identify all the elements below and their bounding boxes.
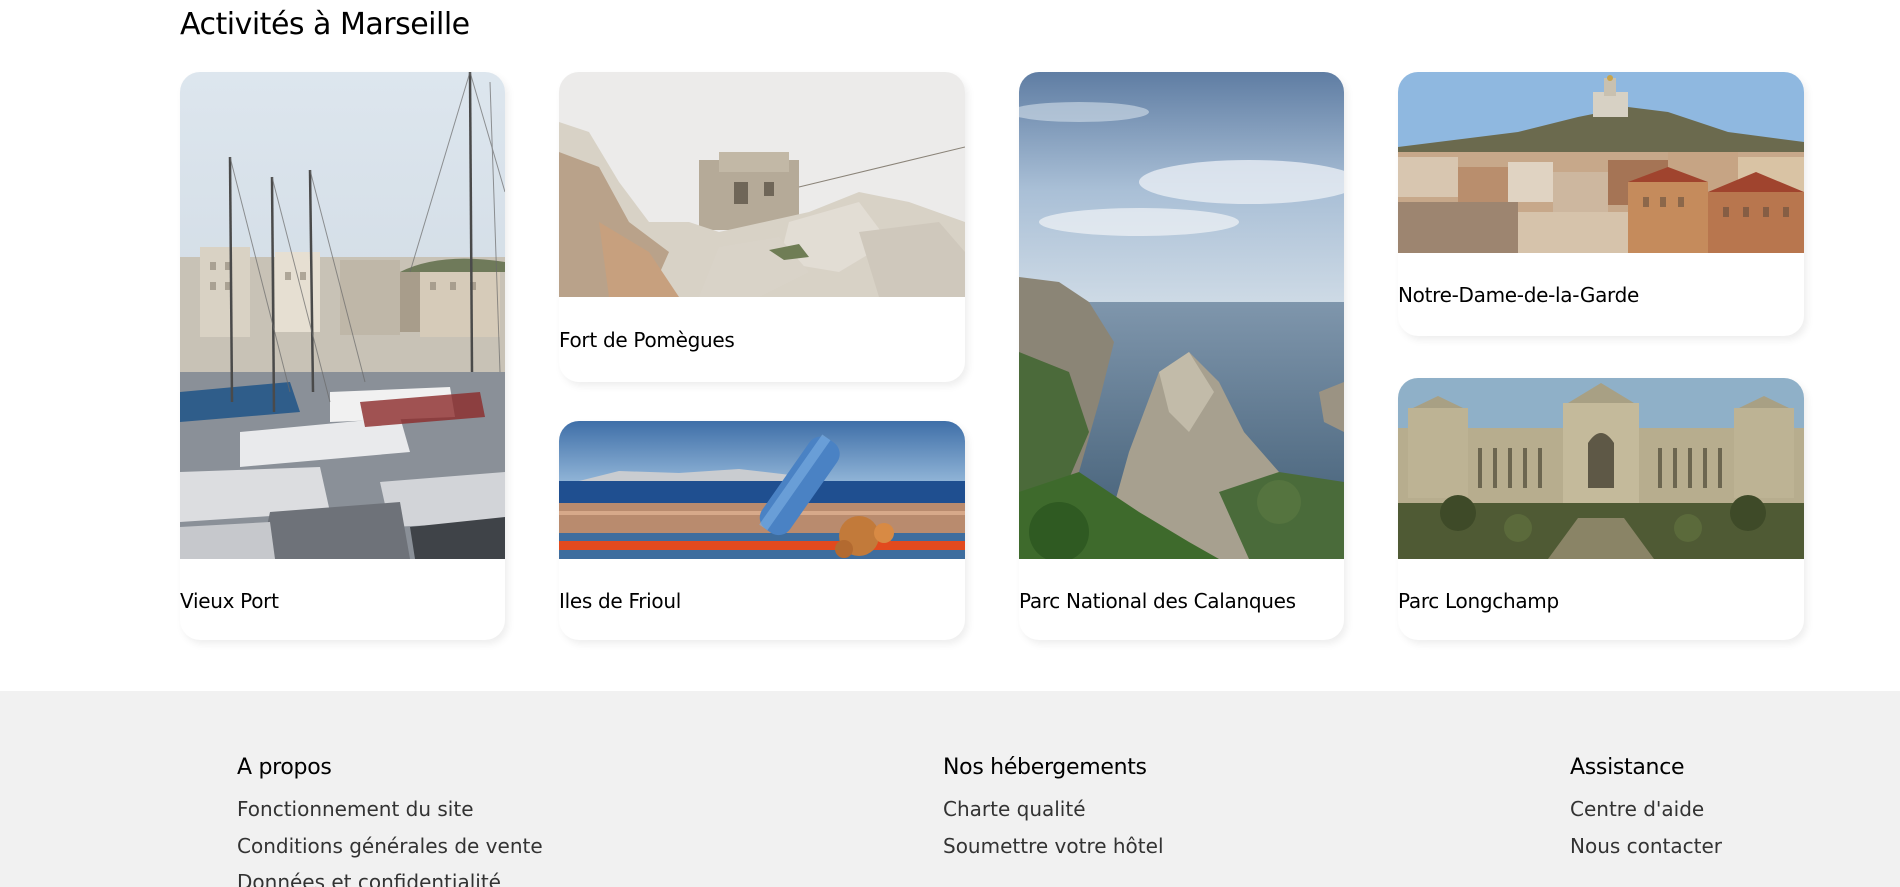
activity-card-iles-de-frioul[interactable]: Iles de Frioul [559, 421, 965, 640]
section-title: Activités à Marseille [180, 7, 470, 42]
activity-card-notre-dame-de-la-garde[interactable]: Notre-Dame-de-la-Garde [1398, 72, 1804, 336]
calanques-image [1019, 72, 1344, 559]
activity-card-vieux-port[interactable]: Vieux Port [180, 72, 505, 640]
palace-image [1398, 378, 1804, 559]
footer-link-terms-of-sale[interactable]: Conditions générales de vente [237, 832, 543, 860]
footer-link-contact-us[interactable]: Nous contacter [1570, 832, 1722, 860]
page: Activités à Marseille Vieux Port Fort de… [0, 0, 1900, 887]
footer-heading: Assistance [1570, 755, 1685, 780]
footer-link-submit-hotel[interactable]: Soumettre votre hôtel [943, 832, 1164, 860]
harbor-image [180, 72, 505, 559]
footer-link-how-it-works[interactable]: Fonctionnement du site [237, 795, 474, 823]
activity-card-fort-de-pomegues[interactable]: Fort de Pomègues [559, 72, 965, 382]
footer-link-help-center[interactable]: Centre d'aide [1570, 795, 1704, 823]
activity-card-parc-national-des-calanques[interactable]: Parc National des Calanques [1019, 72, 1344, 640]
footer-heading: A propos [237, 755, 332, 780]
activity-card-parc-longchamp[interactable]: Parc Longchamp [1398, 378, 1804, 640]
footer: A propos Fonctionnement du site Conditio… [0, 691, 1900, 887]
footer-heading: Nos hébergements [943, 755, 1147, 780]
fort-image [559, 72, 965, 297]
card-label: Parc Longchamp [1398, 589, 1559, 613]
footer-link-privacy[interactable]: Données et confidentialité [237, 868, 501, 887]
footer-link-quality-charter[interactable]: Charte qualité [943, 795, 1086, 823]
card-label: Notre-Dame-de-la-Garde [1398, 283, 1640, 307]
card-label: Fort de Pomègues [559, 328, 735, 352]
card-label: Vieux Port [180, 589, 279, 613]
card-label: Parc National des Calanques [1019, 589, 1296, 613]
islands-image [559, 421, 965, 559]
basilica-image [1398, 72, 1804, 253]
card-label: Iles de Frioul [559, 589, 681, 613]
